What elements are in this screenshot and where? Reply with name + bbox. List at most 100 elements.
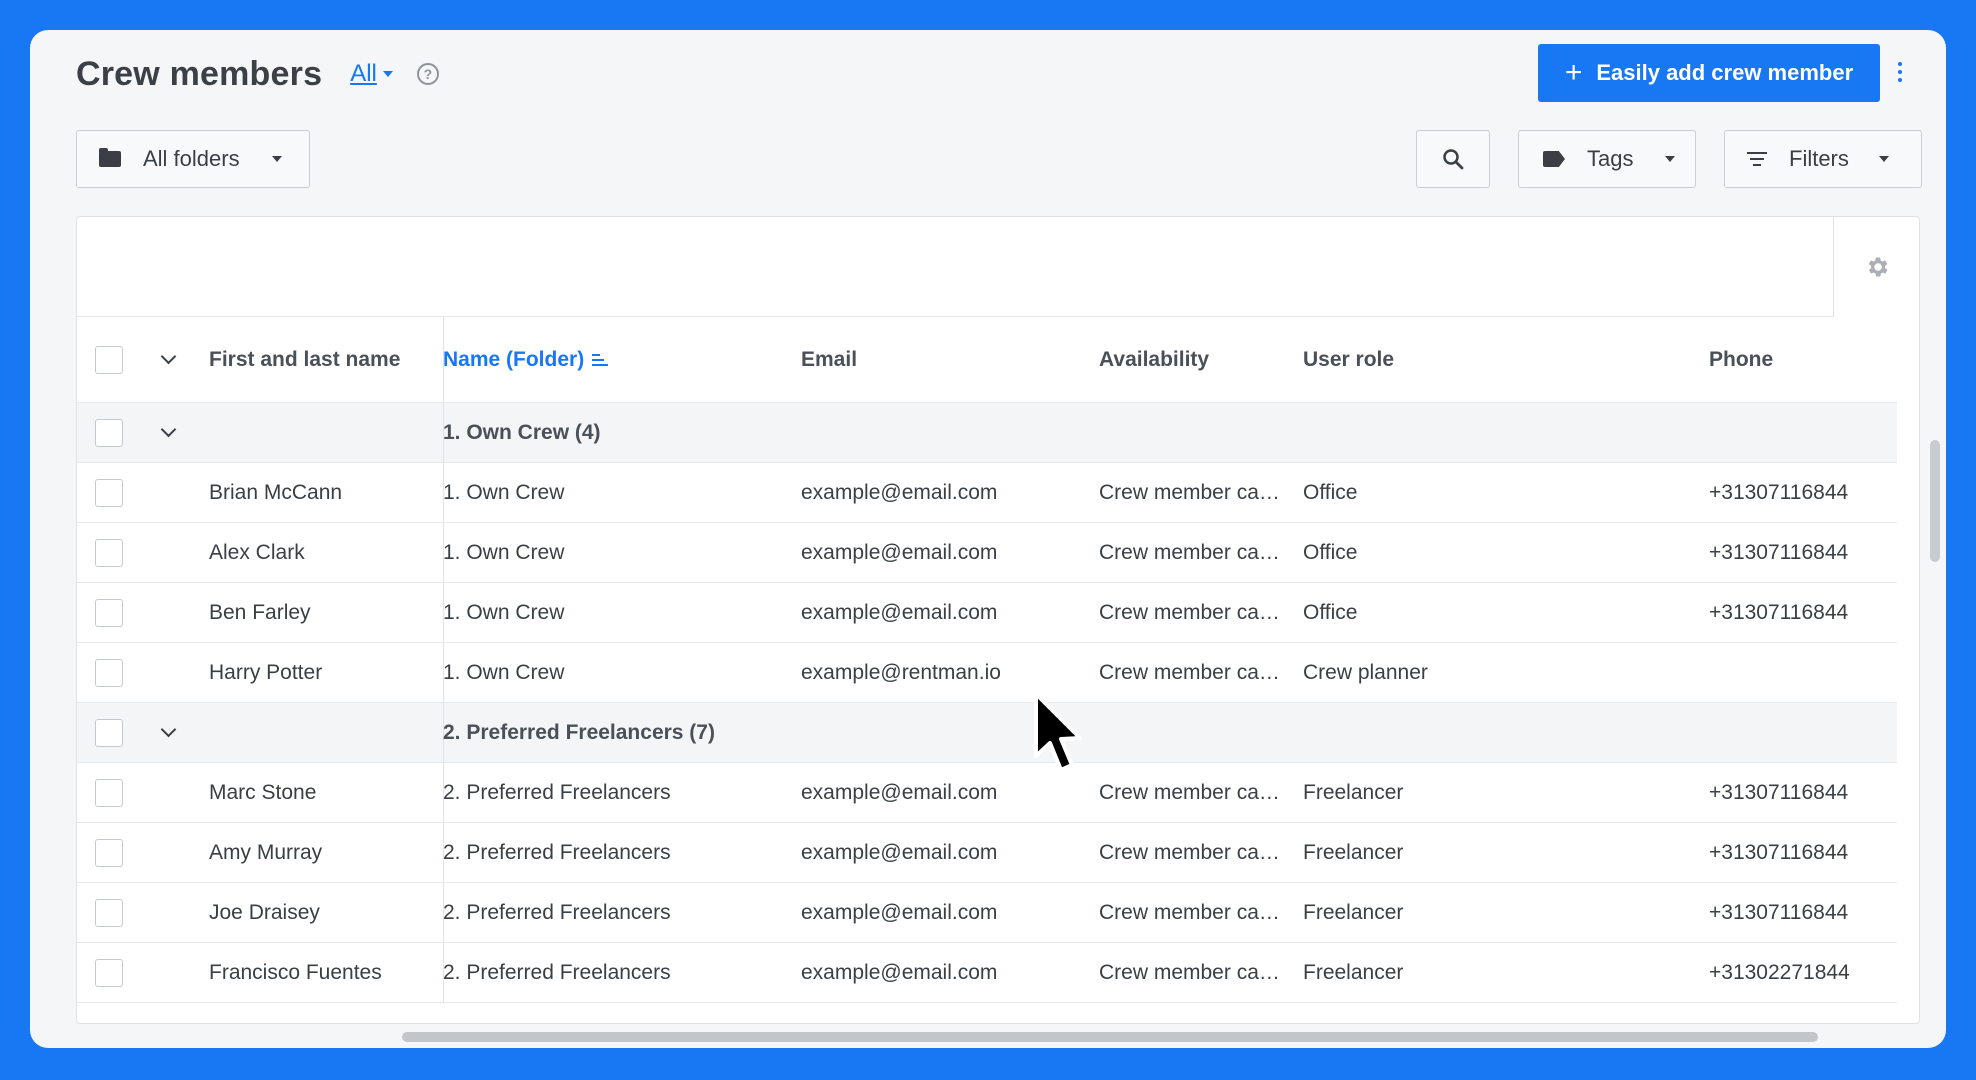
- cell-name[interactable]: Brian McCann: [209, 463, 449, 522]
- tags-label: Tags: [1587, 146, 1634, 171]
- cell-role: Office: [1303, 480, 1358, 504]
- collapse-all-toggle[interactable]: [157, 317, 187, 402]
- select-all-checkbox-cell: [95, 317, 125, 402]
- view-filter-dropdown[interactable]: All: [350, 60, 393, 88]
- cell-name[interactable]: Marc Stone: [209, 763, 449, 822]
- filters-dropdown[interactable]: Filters: [1724, 130, 1922, 188]
- cell-folder: 2. Preferred Freelancers: [443, 780, 671, 804]
- group-collapse-toggle[interactable]: [157, 403, 187, 462]
- row-checkbox[interactable]: [95, 778, 123, 807]
- cell-phone: +31307116844: [1709, 780, 1849, 804]
- group-checkbox[interactable]: [95, 718, 123, 747]
- row-checkbox[interactable]: [95, 598, 123, 627]
- cell-folder: 2. Preferred Freelancers: [443, 960, 671, 984]
- search-icon: [1443, 149, 1464, 170]
- cell-folder: 2. Preferred Freelancers: [443, 840, 671, 864]
- group-checkbox[interactable]: [95, 418, 123, 447]
- cell-name[interactable]: Amy Murray: [209, 823, 449, 882]
- caret-down-icon: [382, 71, 393, 77]
- group-row[interactable]: 1. Own Crew (4): [77, 403, 1897, 463]
- cell-folder: 1. Own Crew: [443, 540, 565, 564]
- row-checkbox-cell: [95, 763, 125, 822]
- table-row[interactable]: Ben Farley 1. Own Crew example@email.com Cr…: [77, 583, 1897, 643]
- cell-phone: +31307116844: [1709, 840, 1849, 864]
- group-row[interactable]: 2. Preferred Freelancers (7): [77, 703, 1897, 763]
- cell-name[interactable]: Joe Draisey: [209, 883, 449, 942]
- mouse-cursor-icon: [1034, 692, 1082, 772]
- caret-down-icon: [1665, 156, 1676, 162]
- filter-icon: [1747, 152, 1767, 166]
- cell-email: example@email.com: [801, 840, 998, 864]
- cell-email: example@email.com: [801, 600, 998, 624]
- table-row[interactable]: Marc Stone 2. Preferred Freelancers exampl…: [77, 763, 1897, 823]
- cell-availability: Crew member ca…: [1099, 660, 1279, 684]
- cell-folder: 1. Own Crew: [443, 480, 565, 504]
- folders-dropdown[interactable]: All folders: [76, 130, 310, 188]
- column-settings-button[interactable]: [1833, 217, 1919, 317]
- tags-dropdown[interactable]: Tags: [1518, 130, 1696, 188]
- folders-label: All folders: [143, 146, 240, 171]
- table-row[interactable]: Amy Murray 2. Preferred Freelancers exampl…: [77, 823, 1897, 883]
- table-top-area: [77, 217, 1833, 317]
- cell-name[interactable]: Alex Clark: [209, 523, 449, 582]
- row-checkbox[interactable]: [95, 478, 123, 507]
- cell-phone: +31307116844: [1709, 900, 1849, 924]
- column-header-email[interactable]: Email: [801, 317, 1091, 402]
- row-checkbox[interactable]: [95, 958, 123, 987]
- cell-folder: 1. Own Crew: [443, 600, 565, 624]
- column-header-folder-label: Name (Folder): [443, 347, 585, 371]
- cell-email: example@email.com: [801, 960, 998, 984]
- cell-phone: +31307116844: [1709, 600, 1849, 624]
- cell-phone: +31302271844: [1709, 960, 1850, 984]
- cell-email: example@email.com: [801, 900, 998, 924]
- cell-availability: Crew member ca…: [1099, 840, 1279, 864]
- row-checkbox-cell: [95, 523, 125, 582]
- cell-phone: +31307116844: [1709, 480, 1849, 504]
- table-body: First and last name Name (Folder) Email …: [77, 317, 1897, 1003]
- table-row[interactable]: Harry Potter 1. Own Crew example@rentman.i…: [77, 643, 1897, 703]
- cell-role: Freelancer: [1303, 900, 1404, 924]
- view-filter-label: All: [350, 60, 377, 87]
- select-all-checkbox[interactable]: [95, 345, 123, 374]
- caret-down-icon: [271, 156, 282, 162]
- column-header-role[interactable]: User role: [1303, 317, 1603, 402]
- horizontal-scrollbar[interactable]: [402, 1032, 1818, 1042]
- row-checkbox-cell: [95, 943, 125, 1002]
- column-header-availability[interactable]: Availability: [1099, 317, 1279, 402]
- table-row[interactable]: Joe Draisey 2. Preferred Freelancers examp…: [77, 883, 1897, 943]
- chevron-down-icon: [160, 348, 177, 365]
- caret-down-icon: [1878, 156, 1889, 162]
- crew-table: First and last name Name (Folder) Email …: [76, 216, 1920, 1024]
- row-checkbox[interactable]: [95, 898, 123, 927]
- cell-availability: Crew member ca…: [1099, 900, 1279, 924]
- cell-phone: +31307116844: [1709, 540, 1849, 564]
- row-checkbox[interactable]: [95, 538, 123, 567]
- cell-folder: 2. Preferred Freelancers: [443, 900, 671, 924]
- cell-name[interactable]: Harry Potter: [209, 643, 449, 702]
- table-header-row: First and last name Name (Folder) Email …: [77, 317, 1897, 403]
- row-checkbox-cell: [95, 823, 125, 882]
- help-icon[interactable]: ?: [416, 63, 439, 85]
- vertical-scrollbar[interactable]: [1930, 440, 1940, 562]
- row-checkbox-cell: [95, 883, 125, 942]
- table-row[interactable]: Francisco Fuentes 2. Preferred Freelancer…: [77, 943, 1897, 1003]
- cell-role: Crew planner: [1303, 660, 1428, 684]
- add-crew-member-button[interactable]: + Easily add crew member: [1538, 44, 1880, 102]
- row-checkbox[interactable]: [95, 658, 123, 687]
- column-header-name[interactable]: First and last name: [209, 317, 449, 402]
- cell-phone: [1709, 643, 1889, 702]
- group-collapse-toggle[interactable]: [157, 703, 187, 762]
- chevron-down-icon: [160, 721, 177, 738]
- crew-members-window: Crew members All ? + Easily add crew mem…: [30, 30, 1946, 1048]
- plus-icon: +: [1564, 56, 1583, 89]
- table-row[interactable]: Alex Clark 1. Own Crew example@email.com Cr…: [77, 523, 1897, 583]
- search-button[interactable]: [1416, 130, 1490, 188]
- gear-icon: [1868, 257, 1888, 277]
- column-header-folder[interactable]: Name (Folder): [443, 317, 763, 402]
- kebab-menu-icon[interactable]: [1898, 62, 1902, 82]
- table-row[interactable]: Brian McCann 1. Own Crew example@email.com…: [77, 463, 1897, 523]
- cell-name[interactable]: Ben Farley: [209, 583, 449, 642]
- row-checkbox[interactable]: [95, 838, 123, 867]
- cell-name[interactable]: Francisco Fuentes: [209, 943, 449, 1002]
- column-header-phone[interactable]: Phone: [1709, 317, 1889, 402]
